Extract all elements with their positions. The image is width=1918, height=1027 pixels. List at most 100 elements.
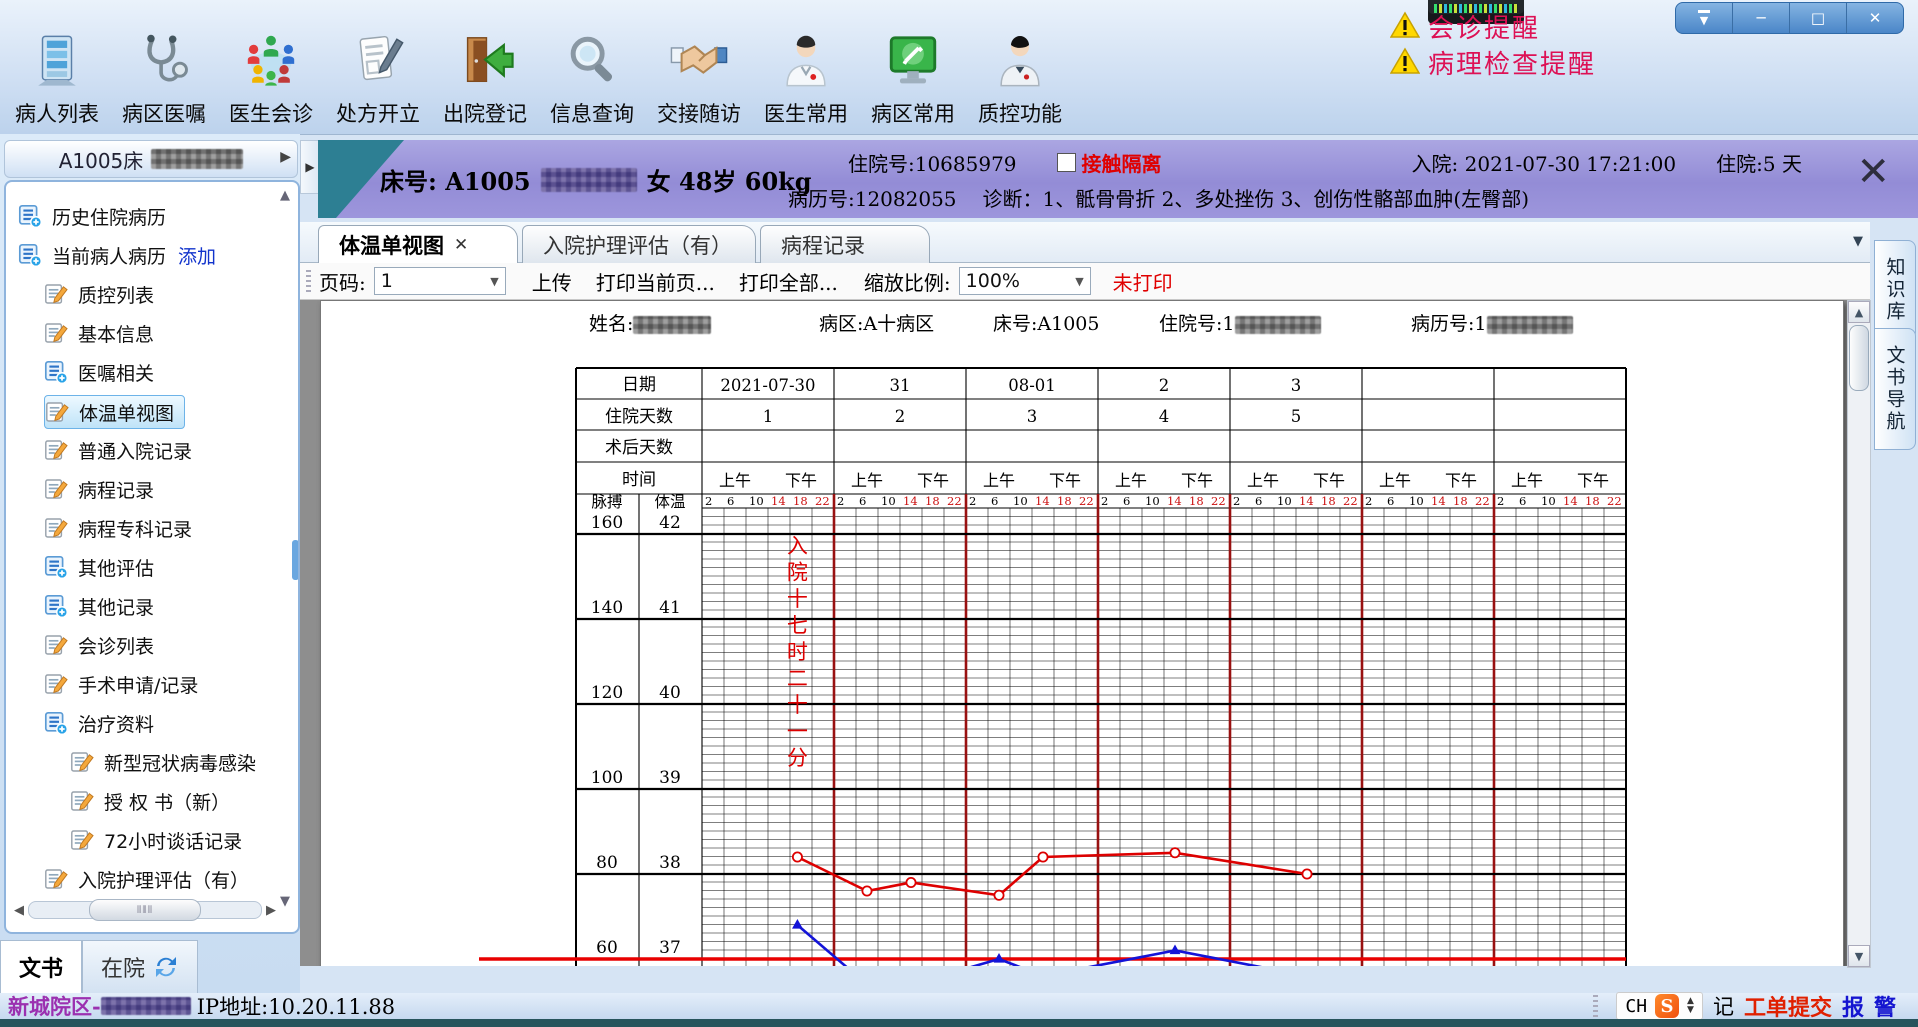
scroll-left-icon[interactable]: ◀ — [10, 903, 28, 918]
add-record-link[interactable]: 添加 — [178, 242, 216, 269]
sidebar-bottom-tab-2[interactable]: 在院 — [82, 940, 198, 993]
list-add-icon — [18, 204, 42, 228]
tree-scroll-up-icon[interactable]: ▲ — [280, 188, 290, 203]
window-maximize-button[interactable]: □ — [1790, 3, 1847, 33]
qc-doctor-icon — [991, 32, 1049, 90]
alarm-button[interactable]: 报警 — [1842, 990, 1906, 1022]
window-close-button[interactable]: ✕ — [1847, 3, 1903, 33]
pulse-point — [906, 878, 915, 887]
tree-scrollbar-thumb[interactable] — [292, 540, 299, 580]
toolbar-button-9[interactable]: 病区常用 — [862, 10, 964, 128]
sidebar-item-label: 新型冠状病毒感染 — [104, 749, 256, 776]
toolbar-button-5[interactable]: 出院登记 — [434, 10, 536, 128]
sidebar-item-label: 授 权 书（新） — [104, 788, 230, 815]
sidebar-item-6[interactable]: 体温单视图 — [44, 395, 185, 429]
sogou-ime-icon[interactable]: S — [1655, 994, 1679, 1018]
toolbar-button-label: 交接随访 — [657, 98, 741, 128]
hscroll-thumb[interactable]: ⦀⦀⦀ — [89, 899, 201, 921]
sidebar-item-13[interactable]: 手术申请/记录 — [44, 668, 198, 700]
sheet-name-label: 姓名: — [589, 309, 711, 333]
sidebar-item-10[interactable]: 其他评估 — [44, 551, 154, 583]
note-label[interactable]: 记 — [1713, 991, 1734, 1021]
sidebar-item-5[interactable]: 医嘱相关 — [44, 356, 154, 388]
svg-text:31: 31 — [890, 376, 911, 395]
upload-button[interactable]: 上传 — [532, 267, 572, 296]
svg-text:10: 10 — [1541, 494, 1556, 508]
scroll-down-icon[interactable]: ▼ — [1848, 945, 1870, 967]
sidebar-expand-icon[interactable]: ▶ — [280, 149, 291, 165]
svg-text:上午: 上午 — [1511, 471, 1543, 490]
svg-text:下午: 下午 — [785, 471, 817, 490]
bed-number-label: 床号: A1005 — [380, 162, 531, 197]
svg-text:18: 18 — [925, 494, 940, 508]
ime-mode-label[interactable]: CH — [1625, 996, 1647, 1017]
pulse-point — [1170, 848, 1179, 857]
chevron-down-icon[interactable]: ▼ — [490, 275, 498, 288]
toolbar-button-3[interactable]: 医生会诊 — [220, 10, 322, 128]
ime-arrows-icon[interactable]: ▲▼ — [1687, 997, 1694, 1015]
tree-scroll-down-icon[interactable]: ▼ — [280, 894, 290, 909]
sidebar-bottom-tab-label: 文书 — [19, 951, 63, 983]
tab-knowledge-base[interactable]: 知识库 — [1874, 240, 1916, 340]
print-all-button[interactable]: 打印全部... — [739, 267, 838, 296]
sidebar-bed-header[interactable]: A1005床 ▶ — [4, 140, 298, 178]
toolbar-button-8[interactable]: 医生常用 — [755, 10, 857, 128]
tab-list-dropdown-icon[interactable]: ▼ — [1853, 234, 1863, 249]
sidebar-item-1[interactable]: 历史住院病历 — [18, 200, 166, 232]
list-add-icon — [18, 243, 42, 267]
warning-icon — [1390, 11, 1420, 43]
toolbar-button-6[interactable]: 信息查询 — [541, 10, 643, 128]
sidebar-item-11[interactable]: 其他记录 — [44, 590, 154, 622]
worksheet-submit-button[interactable]: 工单提交 — [1744, 990, 1832, 1022]
svg-text:2: 2 — [895, 407, 906, 426]
sidebar-item-4[interactable]: 基本信息 — [44, 317, 154, 349]
sidebar-item-7[interactable]: 普通入院记录 — [44, 434, 192, 466]
isolation-label: 接触隔离 — [1082, 148, 1162, 177]
document-tab-2[interactable]: 入院护理评估（有） — [522, 225, 756, 263]
sidebar-item-9[interactable]: 病程专科记录 — [44, 512, 192, 544]
pathology-alert[interactable]: 病理检查提醒 — [1390, 44, 1596, 81]
right-dock-tabs: ▼ 知识库 文书导航 — [1872, 222, 1918, 966]
sidebar-item-8[interactable]: 病程记录 — [44, 473, 154, 505]
document-tab-3[interactable]: 病程记录 — [760, 225, 930, 263]
svg-text:39: 39 — [659, 768, 681, 788]
hscroll-track[interactable]: ⦀⦀⦀ — [28, 901, 262, 919]
admit-time-label: 入院: 2021-07-30 17:21:00 — [1412, 148, 1677, 177]
sidebar-collapse-handle[interactable]: ▶ — [300, 140, 320, 194]
sidebar-bottom-tab-1[interactable]: 文书 — [0, 940, 82, 993]
chevron-down-icon[interactable]: ▼ — [1075, 275, 1083, 288]
tab-document-nav[interactable]: 文书导航 — [1874, 328, 1916, 450]
window-minimize-button[interactable]: ─ — [1733, 3, 1790, 33]
sidebar-item-2[interactable]: 当前病人病历添加 — [18, 239, 216, 271]
refresh-icon[interactable] — [153, 954, 179, 980]
print-current-page-button[interactable]: 打印当前页... — [596, 267, 715, 296]
isolation-checkbox[interactable] — [1057, 153, 1076, 172]
sidebar-item-12[interactable]: 会诊列表 — [44, 629, 154, 661]
svg-text:上午: 上午 — [1247, 471, 1279, 490]
sidebar-item-label: 基本信息 — [78, 320, 154, 347]
temperature-sheet-page[interactable]: 姓名: 病区:A十病区 床号:A1005 住院号:1 病历号:1 日期住院天数术… — [320, 300, 1844, 966]
scroll-up-icon[interactable]: ▲ — [1848, 301, 1870, 323]
sidebar-item-17[interactable]: 72小时谈话记录 — [70, 824, 242, 856]
page-number-input[interactable]: 1 ▼ — [374, 267, 506, 295]
toolbar-button-2[interactable]: 病区医嘱 — [113, 10, 215, 128]
tab-close-icon[interactable]: ✕ — [454, 235, 468, 255]
consult-alert-label[interactable]: 会诊提醒 — [1428, 8, 1540, 45]
sidebar-item-16[interactable]: 授 权 书（新） — [70, 785, 230, 817]
patient-close-icon[interactable]: ✕ — [1856, 152, 1890, 192]
toolbar-button-1[interactable]: 病人列表 — [6, 10, 108, 128]
scroll-right-icon[interactable]: ▶ — [262, 903, 280, 918]
zoom-ratio-input[interactable]: 100% ▼ — [959, 267, 1091, 295]
toolbar-button-10[interactable]: 质控功能 — [969, 10, 1071, 128]
sidebar-item-18[interactable]: 入院护理评估（有） — [44, 863, 249, 895]
pathology-alert-label[interactable]: 病理检查提醒 — [1428, 44, 1596, 81]
document-tab-1[interactable]: 体温单视图✕ — [318, 225, 518, 263]
sidebar-item-15[interactable]: 新型冠状病毒感染 — [70, 746, 256, 778]
vscroll-thumb[interactable] — [1849, 325, 1869, 391]
sidebar-item-3[interactable]: 质控列表 — [44, 278, 154, 310]
toolbar-button-4[interactable]: 处方开立 — [327, 10, 429, 128]
consult-alert[interactable]: 会诊提醒 — [1390, 8, 1540, 45]
sidebar-item-14[interactable]: 治疗资料 — [44, 707, 154, 739]
window-collapse-button[interactable]: ▼ — [1676, 3, 1733, 33]
toolbar-button-7[interactable]: 交接随访 — [648, 10, 750, 128]
